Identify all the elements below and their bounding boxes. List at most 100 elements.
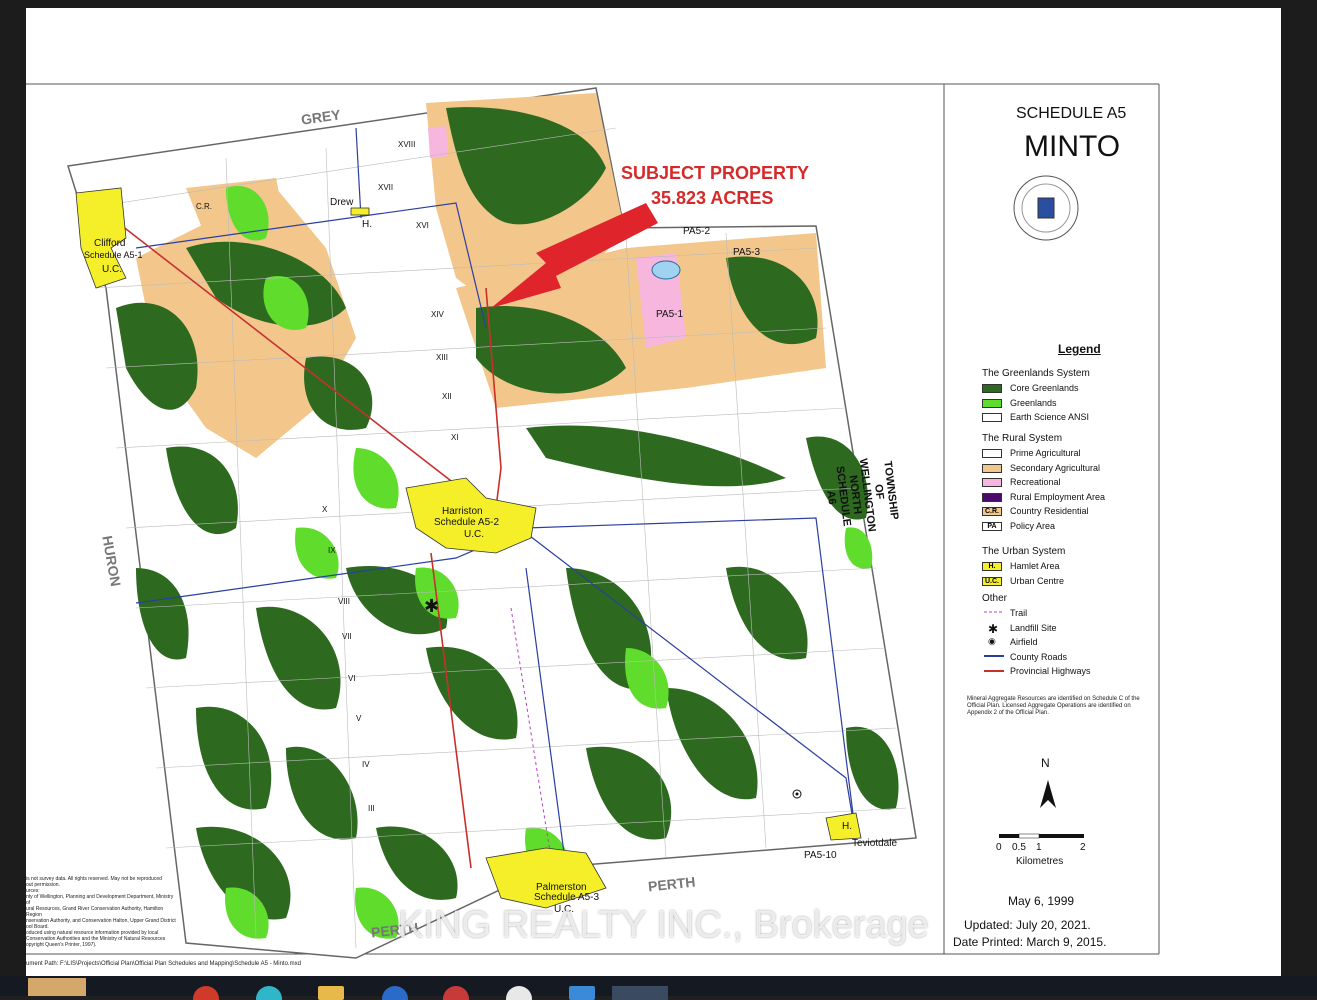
legend-group-title: The Greenlands System (982, 368, 1090, 379)
concession-label: VI (348, 674, 356, 683)
map-sheet: ✱ SCHEDULE A5 MINTO Legend The Greenland… (26, 8, 1281, 976)
concession-label: XI (451, 433, 459, 442)
scale-tick-1: 1 (1036, 842, 1042, 853)
concession-label: IX (328, 546, 336, 555)
concession-label: VIII (338, 597, 351, 606)
subject-property-acres: 35.823 ACRES (651, 188, 774, 208)
place-harriston-schedule: Schedule A5-2 (434, 517, 500, 528)
place-palmerston-schedule: Schedule A5-3 (534, 892, 600, 903)
window-frame-top (0, 0, 1317, 8)
window-frame-left (0, 0, 26, 976)
north-label: N (1041, 756, 1050, 770)
source-notes: is not survey data. All rights reserved.… (26, 876, 176, 948)
recreational-area-north (428, 126, 448, 158)
legend-item-label: Rural Employment Area (1010, 491, 1106, 502)
policy-area-pa5-2: PA5-2 (683, 226, 711, 237)
updated-date: Updated: July 20, 2021. (964, 918, 1091, 932)
legend-swatch (982, 413, 1002, 422)
place-clifford-schedule: Schedule A5-1 (84, 250, 143, 260)
legend-swatch: PA (982, 521, 1002, 531)
place-teviotdale-hamlet: H. (842, 821, 852, 832)
concession-label: X (322, 505, 328, 514)
brokerage-watermark: KING REALTY INC., Brokerage (398, 904, 929, 946)
concession-label: XVI (416, 221, 429, 230)
legend-airfield-icon: ◉ (988, 636, 996, 646)
concession-label: V (356, 714, 362, 723)
legend-item-label: Hamlet Area (1010, 561, 1060, 571)
legend-item-label: Policy Area (1010, 520, 1056, 531)
window-frame-right (1281, 0, 1317, 976)
concession-label: III (368, 804, 375, 813)
scale-unit: Kilometres (1016, 856, 1064, 867)
source-note-line: opyright Queen's Printer, 1997). (26, 942, 97, 948)
legend-swatch (982, 384, 1002, 393)
legend-item-label: Prime Agricultural (1010, 448, 1081, 458)
concession-label: XVII (378, 183, 394, 192)
taskbar-folder-icon[interactable] (318, 986, 344, 1000)
scale-bar-seg-3 (1039, 834, 1084, 838)
legend-item-label: Secondary Agricultural (1010, 462, 1101, 473)
legend-group-title: Other (982, 593, 1008, 604)
taskbar-thumbnail[interactable] (28, 978, 86, 996)
north-arrow-icon (1040, 780, 1056, 808)
document-path: ument Path: F:\LIS\Projects\Official Pla… (26, 961, 301, 967)
legend-group-title: The Rural System (982, 433, 1063, 444)
municipality-title: MINTO (1024, 130, 1121, 163)
legend-item-label: Country Residential (1010, 506, 1089, 516)
scale-tick-05: 0.5 (1012, 842, 1026, 853)
landfill-site-icon: ✱ (424, 596, 439, 617)
legend-swatch (982, 398, 1002, 408)
subject-property-label: SUBJECT PROPERTY (621, 163, 810, 183)
airfield-icon-dot (795, 792, 799, 796)
legend-swatch: C.R. (982, 507, 1002, 516)
concession-label: XVIII (398, 140, 416, 149)
pike-lake (651, 260, 681, 280)
legend-swatch (982, 492, 1002, 502)
scale-bar-seg-1 (999, 834, 1019, 838)
border-label-wellington-north: TOWNSHIP OF WELLINGTON NORTH SCHEDULE A6 (824, 457, 901, 533)
place-harriston-uc: U.C. (464, 529, 484, 540)
original-date: May 6, 1999 (1008, 894, 1075, 908)
legend-swatch (982, 449, 1002, 458)
concession-label: XIV (431, 310, 444, 319)
taskbar-app-icon-6[interactable] (569, 986, 595, 1000)
place-harriston: Harriston (442, 506, 483, 517)
legend-swatch (982, 478, 1002, 487)
legend-landfill-icon: ✱ (988, 621, 999, 636)
policy-area-pa5-1: PA5-1 (656, 309, 684, 320)
legend-item-label: Provincial Highways (1010, 666, 1091, 676)
scale-tick-0: 0 (996, 842, 1002, 853)
legend-item-label: Greenlands (1010, 397, 1057, 408)
country-residential-label: C.R. (196, 202, 212, 211)
concession-label: XIII (436, 353, 449, 362)
place-teviotdale: Teviotdale (852, 838, 898, 849)
scale-tick-2: 2 (1080, 842, 1086, 853)
policy-area-pa5-10: PA5-10 (804, 850, 837, 861)
legend-swatch: H. (982, 562, 1002, 571)
source-note-line: nty of Wellington, Planning and Developm… (26, 894, 174, 906)
legend-item-label: County Roads (1010, 651, 1068, 662)
place-drew-hamlet: H. (362, 219, 372, 230)
taskbar-active-app[interactable] (612, 986, 668, 1000)
place-drew: Drew (330, 197, 354, 208)
legend-item-label: Trail (1010, 608, 1028, 618)
source-note-line: ural Resources, Grand River Conservation… (26, 906, 164, 918)
legend-item-label: Earth Science ANSI (1010, 412, 1090, 422)
concession-label: VII (342, 632, 352, 641)
legend-swatch (982, 463, 1002, 473)
legend-item-label: Landfill Site (1010, 622, 1057, 633)
legend-item-label: Recreational (1010, 477, 1061, 487)
drew-hamlet (350, 207, 370, 216)
scale-bar-seg-2 (1018, 833, 1040, 839)
printed-date: Date Printed: March 9, 2015. (953, 935, 1107, 949)
legend-swatch: U.C. (982, 576, 1002, 586)
concession-label: IV (362, 760, 370, 769)
place-clifford-uc: U.C. (102, 264, 122, 275)
legend-item-label: Airfield (1010, 637, 1038, 647)
place-clifford: Clifford (94, 238, 126, 249)
concession-label: XII (442, 392, 452, 401)
schedule-title: SCHEDULE A5 (1016, 105, 1127, 122)
mineral-note: Mineral Aggregate Resources are identifi… (967, 696, 1140, 716)
county-seal-crest (1037, 197, 1055, 219)
legend-group-title: The Urban System (982, 546, 1066, 557)
